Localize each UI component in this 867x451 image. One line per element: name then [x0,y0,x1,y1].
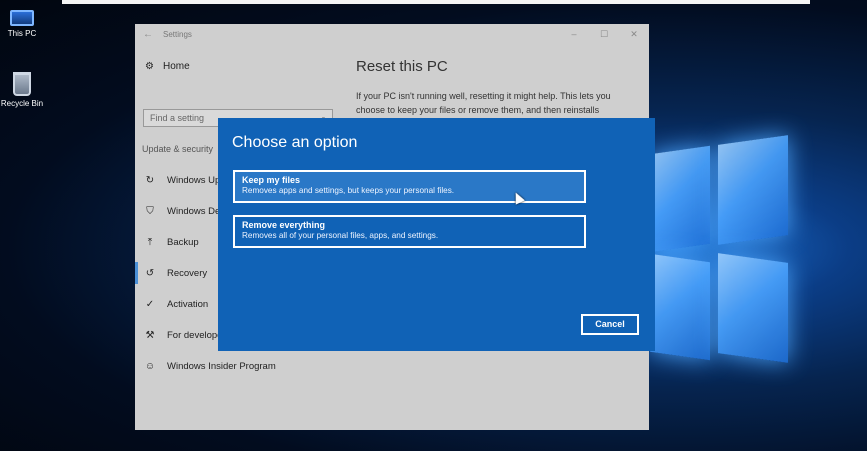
desktop-icon-label: This PC [7,29,37,38]
window-title: Settings [163,29,192,39]
sidebar-item-windows-insider[interactable]: ☺ Windows Insider Program [135,355,345,377]
maximize-button[interactable]: ☐ [589,29,619,40]
refresh-icon: ↻ [145,174,155,186]
section-header: Update & security [142,144,214,154]
back-arrow-icon[interactable]: ← [143,29,163,40]
check-circle-icon: ✓ [145,298,155,310]
shield-icon: ⛉ [146,205,154,217]
page-description: If your PC isn't running well, resetting… [356,91,611,115]
sidebar-item-label: Recovery [167,267,208,279]
option-title: Remove everything [242,220,326,230]
search-placeholder: Find a setting [150,113,205,123]
desktop-icon-this-pc[interactable]: This PC [0,6,44,38]
minimize-button[interactable]: – [559,29,589,39]
title-bar: ← Settings – ☐ ✕ [135,24,649,44]
home-link[interactable]: ⚙ Home [145,61,190,72]
choose-option-dialog: Choose an option Keep my files Removes a… [218,118,655,351]
close-button[interactable]: ✕ [619,29,649,40]
main-content: Reset this PC If your PC isn't running w… [356,58,641,117]
backup-arrow-icon: ⤒ [147,236,153,248]
dialog-title: Choose an option [232,134,358,151]
gear-icon: ⚙ [145,61,154,72]
developer-icon: ⚒ [145,329,155,341]
page-title: Reset this PC [356,58,448,75]
computer-icon [10,10,34,26]
top-bar [62,0,810,4]
desktop-icon-label: Recycle Bin [0,99,44,108]
option-title: Keep my files [242,175,301,185]
insider-icon: ☺ [144,360,156,372]
keep-my-files-option[interactable]: Keep my files Removes apps and settings,… [233,170,586,203]
windows-logo-wallpaper [640,135,790,363]
desktop-icon-recycle-bin[interactable]: Recycle Bin [0,72,44,108]
recycle-bin-icon [13,72,31,96]
option-description: Removes apps and settings, but keeps you… [242,186,455,195]
option-description: Removes all of your personal files, apps… [242,231,439,240]
sidebar-item-label: Backup [167,236,199,248]
cancel-button[interactable]: Cancel [581,314,639,335]
recovery-icon: ↺ [145,267,155,279]
sidebar-item-label: Windows Insider Program [167,360,276,372]
sidebar-item-label: Activation [167,298,209,310]
remove-everything-option[interactable]: Remove everything Removes all of your pe… [233,215,586,248]
home-label: Home [162,61,190,72]
